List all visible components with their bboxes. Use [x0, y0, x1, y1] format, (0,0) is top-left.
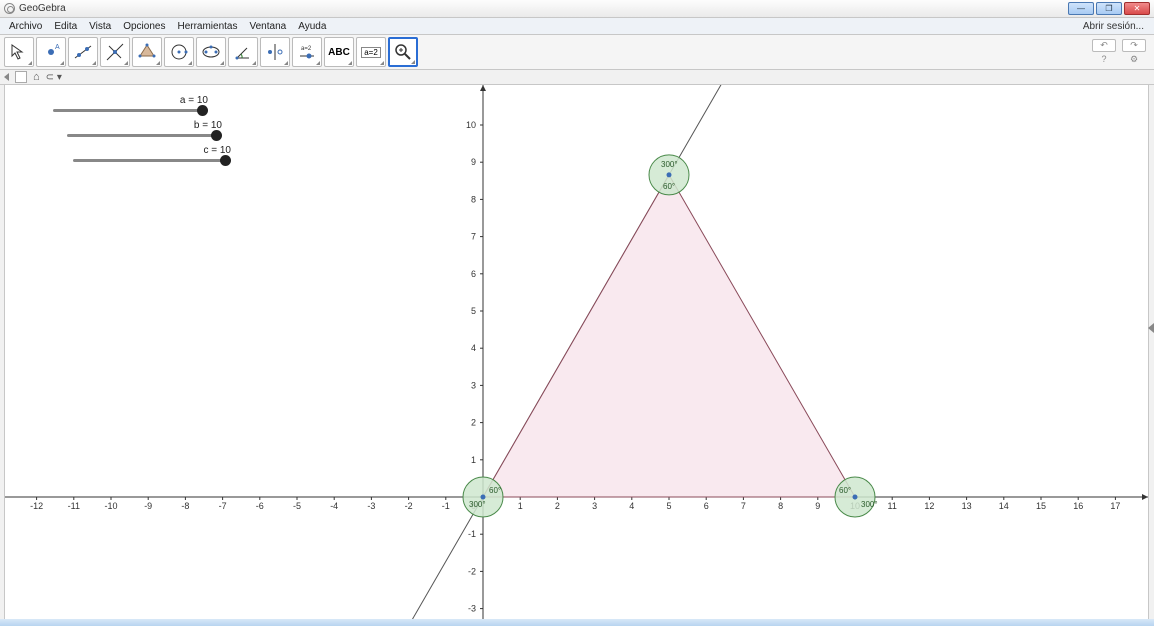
svg-text:6: 6: [704, 501, 709, 511]
svg-text:12: 12: [924, 501, 934, 511]
svg-text:-9: -9: [144, 501, 152, 511]
tool-zoom[interactable]: [388, 37, 418, 67]
svg-text:9: 9: [815, 501, 820, 511]
app-title: GeoGebra: [19, 3, 66, 14]
svg-text:-6: -6: [256, 501, 264, 511]
svg-text:8: 8: [778, 501, 783, 511]
svg-text:-2: -2: [405, 501, 413, 511]
toolbar-right: ↶ ↷ ? ⚙: [1092, 39, 1150, 66]
coordinate-canvas[interactable]: -12-11-10-9-8-7-6-5-4-3-2-11234567891011…: [5, 85, 1148, 626]
menu-herramientas[interactable]: Herramientas: [172, 19, 242, 34]
workspace: a = 10 b = 10 c = 10 -12-11-10-9-8-7-6-5…: [0, 85, 1154, 626]
svg-text:15: 15: [1036, 501, 1046, 511]
svg-text:300°: 300°: [469, 500, 486, 509]
redo-button[interactable]: ↷: [1122, 39, 1146, 52]
style-box[interactable]: [15, 71, 27, 83]
svg-text:10: 10: [466, 120, 476, 130]
tool-angle[interactable]: [228, 37, 258, 67]
svg-text:-7: -7: [219, 501, 227, 511]
svg-text:13: 13: [962, 501, 972, 511]
magnet-icon[interactable]: ⊂ ▾: [46, 72, 62, 83]
svg-text:A: A: [55, 44, 60, 51]
svg-text:-10: -10: [104, 501, 117, 511]
app-icon: [4, 3, 15, 14]
window-buttons: — ❐ ✕: [1068, 2, 1150, 15]
svg-text:-8: -8: [181, 501, 189, 511]
sign-in-link[interactable]: Abrir sesión...: [1078, 19, 1150, 34]
svg-text:16: 16: [1073, 501, 1083, 511]
menu-archivo[interactable]: Archivo: [4, 19, 47, 34]
svg-text:3: 3: [471, 380, 476, 390]
taskbar: [0, 619, 1154, 626]
tool-text[interactable]: ABC: [324, 37, 354, 67]
svg-text:60°: 60°: [839, 486, 851, 495]
svg-text:1: 1: [471, 455, 476, 465]
tool-point[interactable]: A: [36, 37, 66, 67]
svg-text:7: 7: [471, 232, 476, 242]
tool-circle[interactable]: [164, 37, 194, 67]
svg-text:2: 2: [555, 501, 560, 511]
menu-opciones[interactable]: Opciones: [118, 19, 170, 34]
right-gutter: [1148, 85, 1154, 626]
settings-icon[interactable]: ⚙: [1122, 53, 1146, 66]
tool-conic[interactable]: [196, 37, 226, 67]
side-panel-toggle-icon[interactable]: [1148, 323, 1154, 333]
tool-bar: A a=2 ABC a=2 ↶ ↷ ? ⚙: [0, 35, 1154, 70]
svg-text:7: 7: [741, 501, 746, 511]
svg-text:9: 9: [471, 157, 476, 167]
svg-text:3: 3: [592, 501, 597, 511]
tool-slider[interactable]: a=2: [292, 37, 322, 67]
svg-text:2: 2: [471, 418, 476, 428]
svg-text:14: 14: [999, 501, 1009, 511]
svg-text:5: 5: [666, 501, 671, 511]
svg-text:-1: -1: [442, 501, 450, 511]
minimize-button[interactable]: —: [1068, 2, 1094, 15]
title-bar: GeoGebra — ❐ ✕: [0, 0, 1154, 18]
tool-polygon[interactable]: [132, 37, 162, 67]
svg-text:4: 4: [629, 501, 634, 511]
tool-input[interactable]: a=2: [356, 37, 386, 67]
svg-text:300°: 300°: [861, 500, 878, 509]
svg-text:4: 4: [471, 343, 476, 353]
tool-perpendicular[interactable]: [100, 37, 130, 67]
menu-bar: Archivo Edita Vista Opciones Herramienta…: [0, 18, 1154, 35]
menu-ayuda[interactable]: Ayuda: [293, 19, 331, 34]
svg-text:-11: -11: [68, 501, 80, 511]
tool-row: A a=2 ABC a=2: [4, 37, 418, 67]
undo-button[interactable]: ↶: [1092, 39, 1116, 52]
menu-vista[interactable]: Vista: [84, 19, 116, 34]
svg-text:-4: -4: [330, 501, 338, 511]
tool-line[interactable]: [68, 37, 98, 67]
collapse-icon[interactable]: [4, 73, 9, 81]
svg-text:-2: -2: [468, 566, 476, 576]
menu-edita[interactable]: Edita: [49, 19, 82, 34]
help-icon[interactable]: ?: [1092, 53, 1116, 66]
graphics-view[interactable]: a = 10 b = 10 c = 10 -12-11-10-9-8-7-6-5…: [5, 85, 1148, 626]
svg-text:-12: -12: [30, 501, 43, 511]
tool-reflect[interactable]: [260, 37, 290, 67]
svg-text:1: 1: [518, 501, 523, 511]
svg-text:-1: -1: [468, 529, 476, 539]
tool-move[interactable]: [4, 37, 34, 67]
svg-text:-5: -5: [293, 501, 301, 511]
svg-text:60°: 60°: [663, 182, 675, 191]
maximize-button[interactable]: ❐: [1096, 2, 1122, 15]
svg-text:17: 17: [1110, 501, 1120, 511]
view-bar: ⌂ ⊂ ▾: [0, 70, 1154, 85]
svg-text:5: 5: [471, 306, 476, 316]
svg-text:8: 8: [471, 194, 476, 204]
close-button[interactable]: ✕: [1124, 2, 1150, 15]
svg-text:-3: -3: [367, 501, 375, 511]
home-icon[interactable]: ⌂: [33, 71, 40, 83]
svg-text:6: 6: [471, 269, 476, 279]
svg-text:60°: 60°: [489, 486, 501, 495]
menu-ventana[interactable]: Ventana: [245, 19, 292, 34]
svg-text:11: 11: [888, 501, 897, 511]
svg-text:a=2: a=2: [301, 46, 312, 52]
svg-text:300°: 300°: [661, 160, 678, 169]
svg-text:-3: -3: [468, 604, 476, 614]
